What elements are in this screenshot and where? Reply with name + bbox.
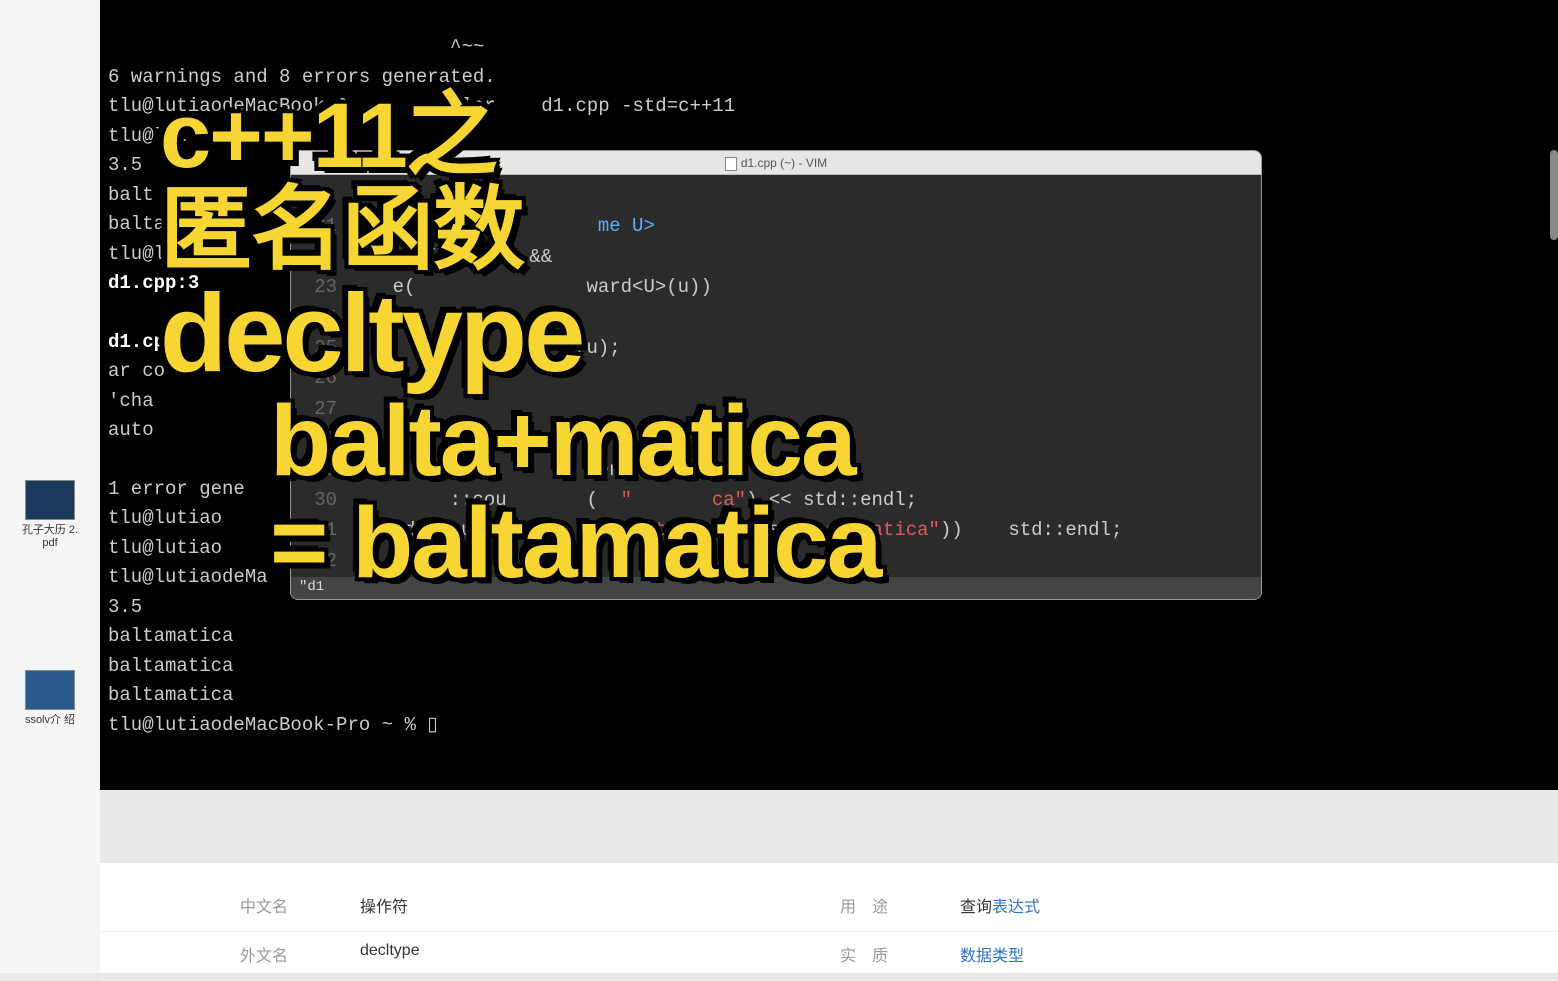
code-line: e( ward<U>(u)) [347,276,712,298]
code-line: d( T && && [347,246,552,268]
terminal-prompt-line: tlu@lutiaodeMacBook-Pro ~ % ▯ [108,714,438,736]
info-value: 操作符 [360,893,840,917]
line-number: 26 [291,363,337,393]
vim-statusline: "d1 [291,577,1261,599]
terminal-line: ar co [108,360,165,382]
terminal-line: d1.cpp: 6: [108,331,256,353]
line-number: 30 [291,485,337,515]
terminal-line: baltamatica [108,213,233,235]
terminal-line: 'cha [108,390,154,412]
terminal-line: 3.5 [108,596,142,618]
desktop-file-2-label: ssolv介 绍 [20,714,80,727]
terminal-line: baltamatica [108,684,233,706]
info-row: 中文名 操作符 用 途 查询表达式 [100,883,1558,932]
code-line: std::cout << ( "balta", std::string("mat… [347,519,1122,541]
terminal-line: 3.5 [108,154,142,176]
desktop-file-2[interactable]: ssolv介 绍 [20,670,80,727]
code-line: ::cou ( " ca") << std::endl; [347,489,917,511]
info-link[interactable]: 表达式 [992,899,1040,916]
info-value: 查询表达式 [960,893,1040,917]
code-line: "m [347,550,780,572]
line-number: 31 [291,515,337,545]
terminal-line: 1 error gene [108,478,245,500]
terminal-line: ^~~ [108,36,484,58]
code-line: endl; [347,459,655,481]
terminal-line: tlu@lutiaodeMacBook-P clar d1.cpp -std=c… [108,95,735,117]
terminal-line: balt [108,184,154,206]
info-link[interactable]: 数据类型 [960,948,1024,965]
terminal-line: auto [108,419,154,441]
terminal-line: tlu@lutiaodeMa [108,566,268,588]
vim-titlebar[interactable]: d1.cpp (~) - VIM [291,151,1261,175]
line-number: 32 [291,546,337,576]
info-label: 中文名 [240,893,360,917]
info-value: decltype [360,942,840,966]
line-number: 29 [291,455,337,485]
code-line: templ me U> [347,215,655,237]
terminal-line: tlu@lutiao [108,537,222,559]
terminal-line: tlu@lutiao [108,507,222,529]
info-label: 实 质 [840,942,960,966]
line-number: 22 [291,242,337,272]
desktop-file-1[interactable]: 孔子大历 2.pdf [20,480,80,550]
info-label: 用 途 [840,893,960,917]
file-icon [25,670,75,710]
line-number: 25 [291,333,337,363]
scrollbar-thumb[interactable] [1550,150,1558,240]
terminal-line: d1.cpp:3 [108,272,199,294]
info-label: 外文名 [240,942,360,966]
info-row: 外文名 decltype 实 质 数据类型 [100,932,1558,981]
info-panel: 中文名 操作符 用 途 查询表达式 外文名 decltype 实 质 数据类型 [100,863,1558,973]
vim-editor-window[interactable]: d1.cpp (~) - VIM 21 templ me U> 22 d( T &… [290,150,1262,600]
terminal-line: 6 warnings and 8 errors generated. [108,66,496,88]
document-icon [725,157,737,171]
info-value: 数据类型 [960,942,1024,966]
line-number: 27 [291,394,337,424]
line-number: 28 [291,424,337,454]
vim-title-text: d1.cpp (~) - VIM [741,156,827,170]
desktop-file-1-label: 孔子大历 2.pdf [20,524,80,550]
code-line: >(u); [347,337,621,359]
line-number: 23 [291,272,337,302]
terminal-line: baltamatica [108,655,233,677]
desktop-sidebar: 孔子大历 2.pdf ssolv介 绍 [0,0,100,973]
line-number: 21 [291,211,337,241]
terminal-line: tlu@lut [108,125,188,147]
line-number: 24 [291,303,337,333]
terminal-line: baltamatica [108,625,233,647]
pdf-icon [25,480,75,520]
terminal-line: tlu@lut [108,243,188,265]
cursor-icon: ▯ [427,714,437,736]
vim-code-area[interactable]: 21 templ me U> 22 d( T && && 23 e( ward<U… [291,175,1261,600]
